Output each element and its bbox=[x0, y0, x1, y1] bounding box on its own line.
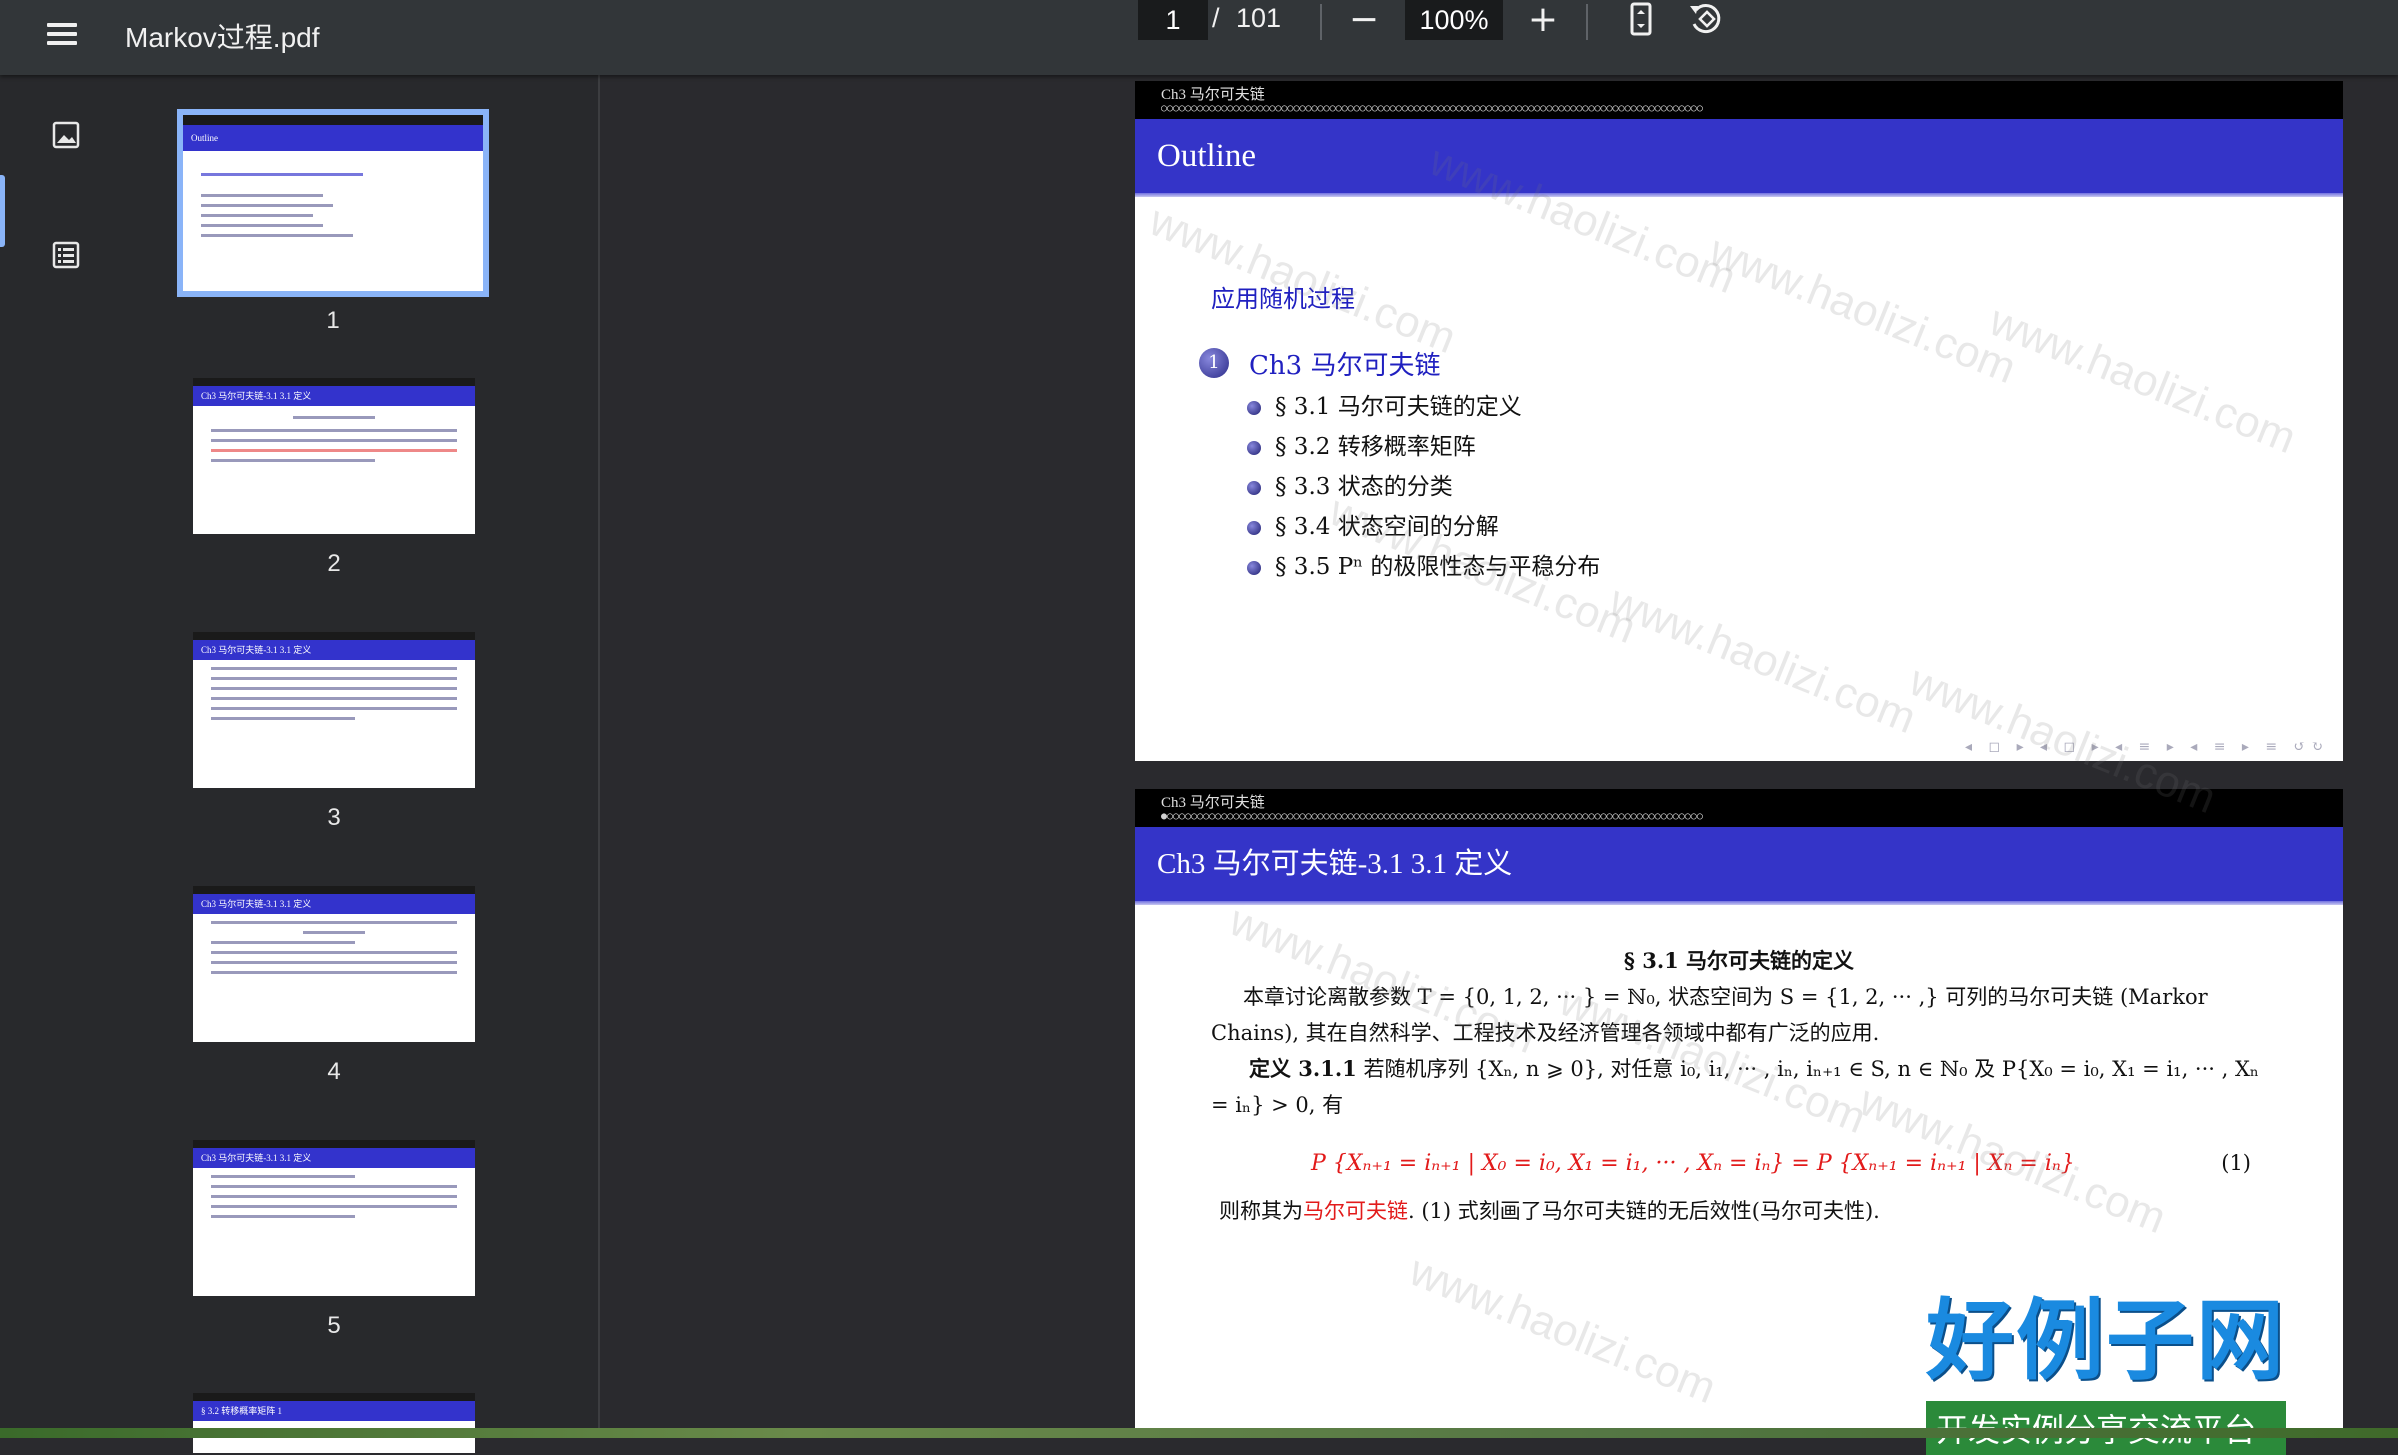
rail-active-indicator bbox=[0, 175, 5, 247]
definition-label: 定义 3.1.1 bbox=[1249, 1056, 1357, 1081]
thumbnail-title: Outline bbox=[183, 125, 483, 151]
thumbnail-page-6[interactable]: § 3.2 转移概率矩阵 1 bbox=[193, 1393, 475, 1453]
menu-icon[interactable] bbox=[40, 18, 84, 58]
intro-paragraph: 本章讨论离散参数 T = {0, 1, 2, ··· } = ℕ₀, 状态空间为… bbox=[1211, 985, 2208, 1045]
thumbnail-page-number: 2 bbox=[327, 550, 341, 577]
document-viewer[interactable]: Ch3 马尔可夫链 ○○○○○○○○○○○○○○○○○○○○○○○○○○○○○○… bbox=[600, 75, 2398, 1438]
thumbnail-page-number: 1 bbox=[326, 307, 340, 334]
thumbnail-sidebar: Outline 1 Ch3 马尔可夫链-3.1 3.1 定义 2 Ch3 马尔可… bbox=[0, 75, 600, 1453]
thumbnail-image: Ch3 马尔可夫链-3.1 3.1 定义 bbox=[193, 886, 475, 1042]
slide-title: Ch3 马尔可夫链-3.1 3.1 定义 bbox=[1135, 827, 2343, 901]
outline-item[interactable]: § 3.5 Pⁿ 的极限性态与平稳分布 bbox=[1247, 547, 1600, 581]
thumbnail-page-number: 4 bbox=[327, 1058, 341, 1085]
conclusion-paragraph: 则称其为马尔可夫链. (1) 式刻画了马尔可夫链的无后效性(马尔可夫性). bbox=[1219, 1193, 2289, 1229]
bullet-icon bbox=[1247, 521, 1261, 535]
toolbar-divider bbox=[1320, 4, 1322, 40]
thumbnail-page-1[interactable]: Outline 1 bbox=[177, 109, 489, 335]
slide-header-bar: Ch3 马尔可夫链 ○○○○○○○○○○○○○○○○○○○○○○○○○○○○○○… bbox=[1135, 81, 2343, 119]
section-label: Ch3 马尔可夫链 bbox=[1161, 795, 1265, 811]
thumbnail-image: Ch3 马尔可夫链-3.1 3.1 定义 bbox=[193, 378, 475, 534]
conclusion-suffix: . (1) 式刻画了马尔可夫链的无后效性(马尔可夫性). bbox=[1408, 1199, 1880, 1223]
outline-item[interactable]: § 3.4 状态空间的分解 bbox=[1247, 507, 1499, 541]
pdf-page-1: Ch3 马尔可夫链 ○○○○○○○○○○○○○○○○○○○○○○○○○○○○○○… bbox=[1135, 81, 2343, 761]
slide-header-bar: Ch3 马尔可夫链 ●○○○○○○○○○○○○○○○○○○○○○○○○○○○○○… bbox=[1135, 789, 2343, 827]
bullet-icon bbox=[1247, 441, 1261, 455]
document-title: Markov过程.pdf bbox=[125, 22, 320, 53]
equation-number: (1) bbox=[2221, 1151, 2251, 1175]
bullet-icon bbox=[1247, 561, 1261, 575]
thumbnail-image: Outline bbox=[177, 109, 489, 297]
zoom-in-button[interactable]: + bbox=[1520, 0, 1566, 42]
definition-text: 若随机序列 {Xₙ, n ⩾ 0}, 对任意 i₀, i₁, ··· , iₙ,… bbox=[1211, 1057, 2260, 1117]
conclusion-prefix: 则称其为 bbox=[1219, 1199, 1303, 1223]
thumbnail-view-icon[interactable] bbox=[46, 115, 86, 155]
thumbnail-image: Ch3 马尔可夫链-3.1 3.1 定义 bbox=[193, 632, 475, 788]
markov-property-formula: P {Xₙ₊₁ = iₙ₊₁ | X₀ = i₀, X₁ = i₁, ··· ,… bbox=[1311, 1151, 2075, 1176]
thumbnail-image: § 3.2 转移概率矩阵 1 bbox=[193, 1393, 475, 1453]
bullet-icon bbox=[1247, 481, 1261, 495]
highlighted-term: 马尔可夫链 bbox=[1303, 1199, 1408, 1223]
section-label: Ch3 马尔可夫链 bbox=[1161, 87, 1265, 103]
thumbnail-page-number: 5 bbox=[327, 1312, 341, 1339]
section-heading: § 3.1 马尔可夫链的定义 bbox=[1623, 948, 1855, 973]
thumbnail-title: § 3.2 转移概率矩阵 1 bbox=[193, 1401, 475, 1421]
zoom-out-button[interactable]: − bbox=[1341, 0, 1387, 42]
thumbnail-page-3[interactable]: Ch3 马尔可夫链-3.1 3.1 定义 3 bbox=[193, 632, 475, 832]
pdf-toolbar: Markov过程.pdf 1 / 101 − 100% + bbox=[0, 0, 2398, 75]
beamer-navigation-symbols[interactable]: ◂ ◻ ▸ ◂ ◻ ▸ ◂ ≡ ▸ ◂ ≡ ▸ ≡ ↺↻ bbox=[1965, 739, 2329, 755]
thumbnail-title: Ch3 马尔可夫链-3.1 3.1 定义 bbox=[193, 386, 475, 406]
outline-item[interactable]: § 3.3 状态的分类 bbox=[1247, 467, 1453, 501]
thumbnail-title: Ch3 马尔可夫链-3.1 3.1 定义 bbox=[193, 894, 475, 914]
outline-item[interactable]: § 3.1 马尔可夫链的定义 bbox=[1247, 387, 1522, 421]
rotate-icon[interactable] bbox=[1682, 0, 1728, 42]
thumbnail-page-5[interactable]: Ch3 马尔可夫链-3.1 3.1 定义 5 bbox=[193, 1140, 475, 1340]
section-title[interactable]: Ch3 马尔可夫链 bbox=[1249, 345, 1440, 382]
fit-page-icon[interactable] bbox=[1618, 0, 1664, 42]
course-title: 应用随机过程 bbox=[1211, 285, 1355, 313]
slide-title: Outline bbox=[1135, 119, 2343, 193]
definition-paragraph: 定义 3.1.1 若随机序列 {Xₙ, n ⩾ 0}, 对任意 i₀, i₁, … bbox=[1211, 1051, 2281, 1123]
outline-view-icon[interactable] bbox=[46, 235, 86, 275]
progress-dots: ○○○○○○○○○○○○○○○○○○○○○○○○○○○○○○○○○○○○○○○○… bbox=[1161, 103, 1703, 114]
page-number-input[interactable]: 1 bbox=[1138, 0, 1208, 40]
desktop-background-strip bbox=[0, 1428, 2398, 1438]
bullet-icon bbox=[1247, 401, 1261, 415]
zoom-level[interactable]: 100% bbox=[1405, 0, 1503, 40]
pdf-page-2: Ch3 马尔可夫链 ●○○○○○○○○○○○○○○○○○○○○○○○○○○○○○… bbox=[1135, 789, 2343, 1438]
thumbnail-image: Ch3 马尔可夫链-3.1 3.1 定义 bbox=[193, 1140, 475, 1296]
progress-dots: ●○○○○○○○○○○○○○○○○○○○○○○○○○○○○○○○○○○○○○○○… bbox=[1161, 811, 1703, 822]
thumbnail-title: Ch3 马尔可夫链-3.1 3.1 定义 bbox=[193, 1148, 475, 1168]
outline-item[interactable]: § 3.2 转移概率矩阵 bbox=[1247, 427, 1476, 461]
thumbnail-page-2[interactable]: Ch3 马尔可夫链-3.1 3.1 定义 2 bbox=[193, 378, 475, 578]
page-separator: / bbox=[1212, 3, 1220, 33]
thumbnail-title: Ch3 马尔可夫链-3.1 3.1 定义 bbox=[193, 640, 475, 660]
toolbar-divider bbox=[1586, 4, 1588, 40]
thumbnail-page-4[interactable]: Ch3 马尔可夫链-3.1 3.1 定义 4 bbox=[193, 886, 475, 1086]
section-number-badge: 1 bbox=[1199, 348, 1229, 378]
thumbnail-page-number: 3 bbox=[327, 804, 341, 831]
page-total: 101 bbox=[1236, 3, 1282, 33]
